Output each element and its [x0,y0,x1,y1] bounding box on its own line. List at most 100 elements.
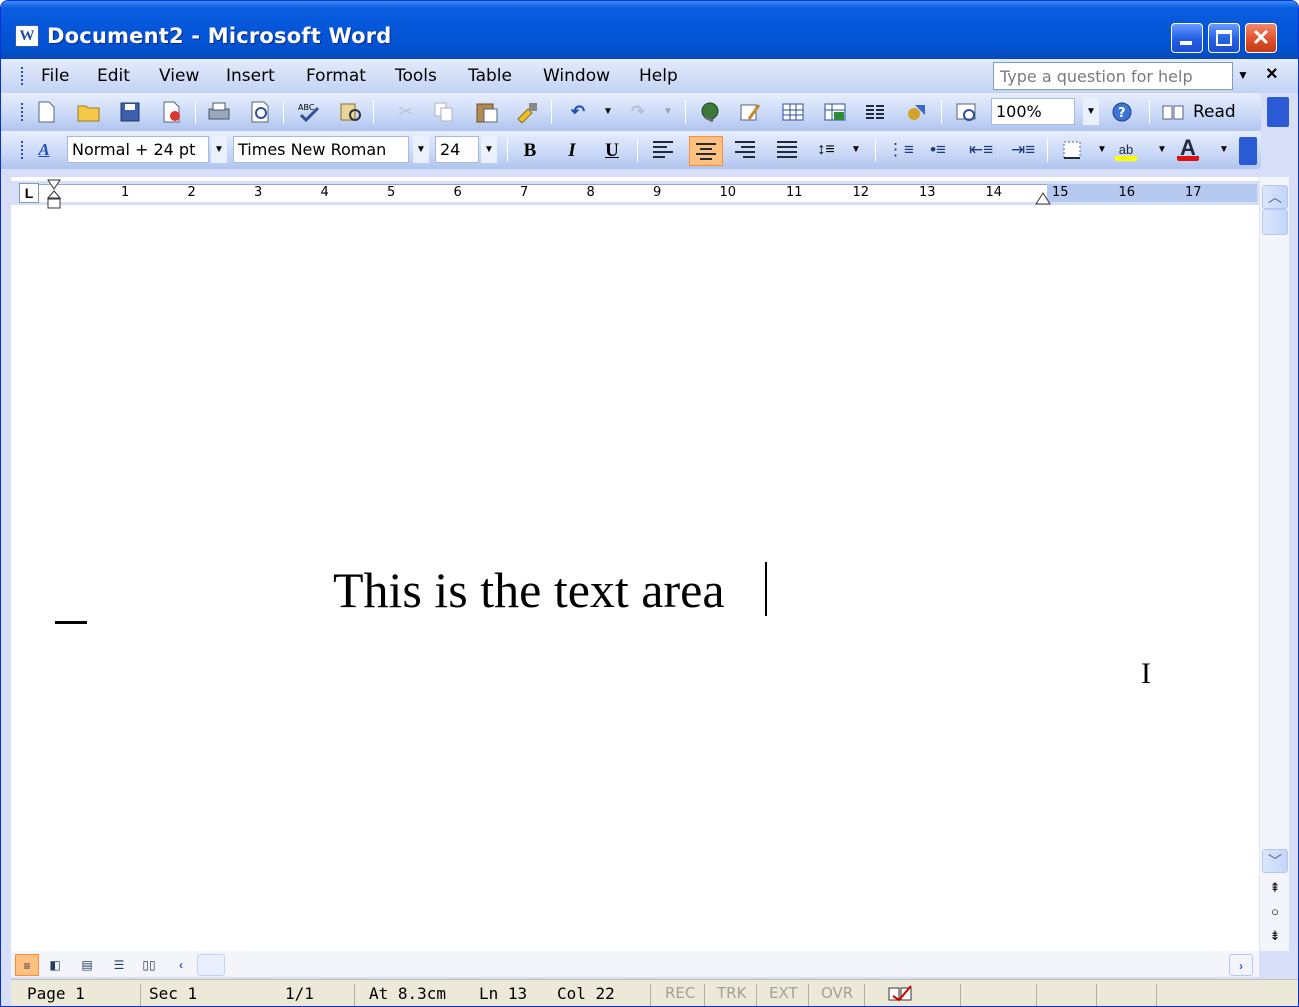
columns-icon[interactable] [863,101,885,123]
toolbar-options-button[interactable] [1239,137,1257,165]
zoom-combo[interactable]: 100% [991,98,1075,125]
style-dropdown-icon[interactable]: ▼ [211,136,227,163]
print-preview-icon[interactable] [249,101,271,123]
new-document-icon[interactable] [35,101,57,123]
menu-file[interactable]: File [41,66,69,86]
decrease-indent-icon[interactable]: ⇤≡ [969,139,993,161]
redo-icon[interactable]: ↷ [627,101,649,123]
line-spacing-icon[interactable]: ↕≡ [815,139,837,161]
research-icon[interactable] [339,101,361,123]
menu-edit[interactable]: Edit [97,66,130,86]
toolbar-grip[interactable] [21,141,24,159]
read-icon[interactable] [1161,101,1184,123]
reading-layout-view-icon[interactable]: ▯▯ [137,954,161,976]
font-dropdown-icon[interactable]: ▼ [413,136,429,163]
close-button[interactable]: ✕ [1245,23,1277,53]
open-folder-icon[interactable] [77,101,100,123]
outline-view-icon[interactable]: ☰ [107,954,131,976]
minimize-button[interactable] [1171,23,1203,53]
permission-icon[interactable] [161,101,183,123]
increase-indent-icon[interactable]: ⇥≡ [1011,139,1035,161]
insert-table-icon[interactable] [781,101,804,123]
browse-object-icon[interactable]: ○ [1266,903,1284,921]
font-combo[interactable]: Times New Roman [233,136,409,163]
horizontal-ruler[interactable]: L 1 2 3 4 5 6 7 8 9 10 11 12 13 14 15 16 17 [11,177,1259,209]
scroll-thumb[interactable] [1262,209,1288,235]
toolbar-grip[interactable] [21,103,24,121]
menu-table[interactable]: Table [468,66,512,86]
justify-icon[interactable] [777,141,797,159]
menu-view[interactable]: View [159,66,199,86]
status-trk[interactable]: TRK [711,984,757,1006]
indent-marker-icon[interactable] [46,179,62,209]
italic-button[interactable]: I [559,139,585,163]
document-text[interactable]: This is the text area [333,561,725,619]
title-bar[interactable]: W Document2 - Microsoft Word ✕ [1,1,1298,59]
right-indent-marker-icon[interactable] [1035,190,1051,210]
borders-icon[interactable] [1061,139,1083,161]
spelling-status-icon[interactable] [881,984,961,1006]
word-app-icon[interactable]: W [15,25,39,47]
styles-icon[interactable]: A [33,139,55,161]
scroll-down-button[interactable]: ﹀ [1262,849,1288,873]
scroll-up-button[interactable]: ︿ [1262,185,1288,209]
web-layout-view-icon[interactable]: ◧ [43,954,67,976]
save-icon[interactable] [119,101,141,123]
toolbar-overflow-button[interactable] [1267,97,1289,127]
status-ext[interactable]: EXT [763,984,809,1006]
copy-icon[interactable] [433,101,455,123]
vertical-scrollbar[interactable]: ︿ ﹀ ⇞ ○ ⇟ [1259,177,1289,951]
status-ovr[interactable]: OVR [815,984,865,1006]
horizontal-scrollbar[interactable]: ≡ ◧ ▤ ☰ ▯▯ ‹ › [11,951,1259,977]
cut-icon[interactable]: ✂ [395,101,417,123]
menu-tools[interactable]: Tools [395,66,437,86]
document-close-icon[interactable]: × [1266,63,1278,86]
tab-selector-button[interactable]: L [19,183,39,203]
insert-excel-icon[interactable] [823,101,846,123]
style-combo[interactable]: Normal + 24 pt [67,136,209,163]
bold-button[interactable]: B [517,139,543,163]
font-size-combo[interactable]: 24 [435,136,479,163]
menu-window[interactable]: Window [543,66,610,86]
document-area[interactable]: This is the text area I [11,209,1259,951]
menubar-grip[interactable] [21,67,24,85]
status-rec[interactable]: REC [659,984,705,1006]
undo-icon[interactable]: ↶ [567,101,589,123]
bullets-icon[interactable]: •≡ [927,139,949,161]
paste-icon[interactable] [475,101,498,123]
scroll-left-button[interactable]: ‹ [169,954,193,976]
borders-dropdown-icon[interactable]: ▼ [1091,139,1113,161]
tables-borders-icon[interactable] [739,101,761,123]
highlight-dropdown-icon[interactable]: ▼ [1151,139,1173,161]
redo-dropdown-icon[interactable]: ▼ [657,101,679,123]
font-color-icon[interactable]: A [1177,137,1199,161]
highlight-icon[interactable]: ab [1115,139,1137,161]
print-icon[interactable] [207,101,230,123]
menu-insert[interactable]: Insert [226,66,275,86]
previous-page-icon[interactable]: ⇞ [1266,879,1284,897]
menu-format[interactable]: Format [306,66,366,86]
help-question-input[interactable]: Type a question for help [993,62,1233,90]
numbering-icon[interactable]: ⋮≡ [887,139,914,161]
zoom-dropdown-icon[interactable]: ▼ [1083,98,1099,125]
menu-help[interactable]: Help [639,66,678,86]
horizontal-scroll-thumb[interactable] [197,954,225,976]
format-painter-icon[interactable] [515,101,537,124]
document-map-icon[interactable] [955,101,977,123]
align-center-button[interactable] [689,136,723,166]
font-color-dropdown-icon[interactable]: ▼ [1213,139,1235,161]
scroll-right-button[interactable]: › [1229,954,1253,976]
undo-dropdown-icon[interactable]: ▼ [597,101,619,123]
maximize-button[interactable] [1208,23,1240,53]
hyperlink-icon[interactable] [699,101,721,123]
next-page-icon[interactable]: ⇟ [1266,927,1284,945]
read-button[interactable]: Read [1193,102,1236,122]
spelling-icon[interactable]: ABC [297,101,320,123]
font-size-dropdown-icon[interactable]: ▼ [481,136,497,163]
help-dropdown-icon[interactable]: ▼ [1237,68,1249,82]
line-spacing-dropdown-icon[interactable]: ▼ [845,139,867,161]
underline-button[interactable]: U [599,139,625,163]
align-left-icon[interactable] [653,141,673,159]
align-right-icon[interactable] [735,141,755,159]
help-icon[interactable]: ? [1111,101,1133,123]
